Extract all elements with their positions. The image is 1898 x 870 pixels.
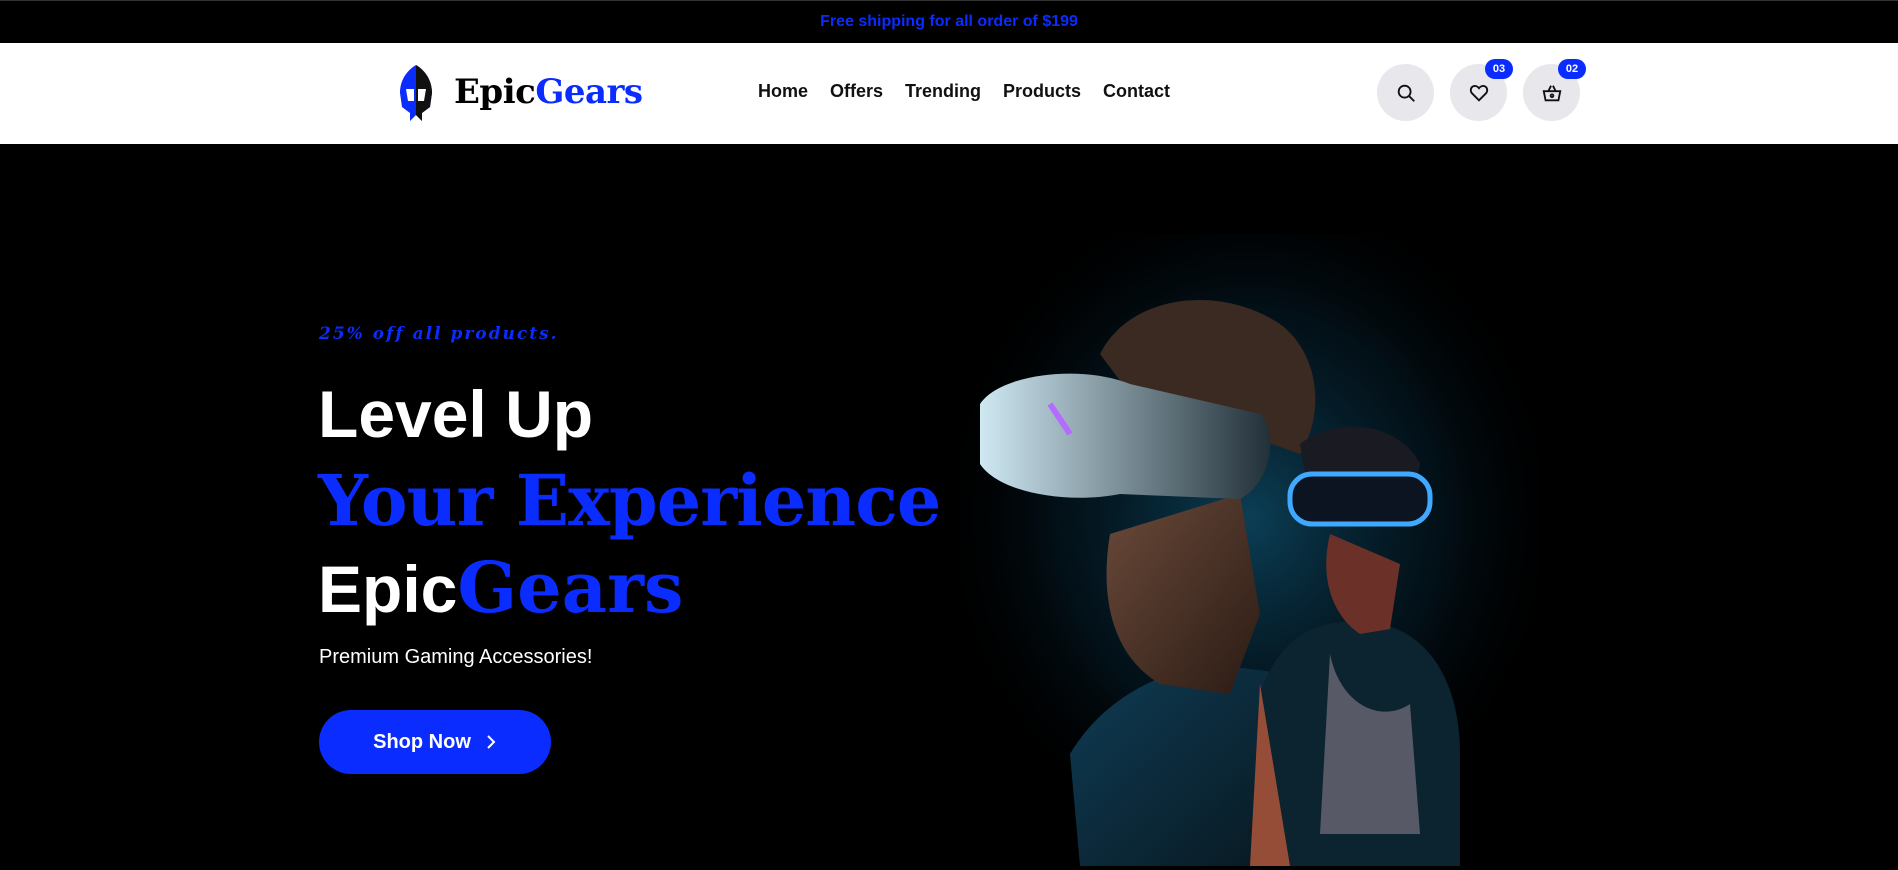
hero-heading-line2: Your Experience: [318, 459, 941, 542]
shop-now-label: Shop Now: [373, 730, 471, 753]
cart-count-badge: 02: [1558, 59, 1586, 79]
hero-brand-part2: Gears: [457, 546, 684, 629]
wishlist-count-badge: 03: [1485, 59, 1513, 79]
brand-name-part2: Gears: [535, 72, 643, 112]
nav-trending[interactable]: Trending: [905, 81, 981, 102]
hero-section: 25% off all products. Level Up Your Expe…: [0, 144, 1898, 870]
search-button[interactable]: [1377, 64, 1434, 121]
site-header: EpicGears Home Offers Trending Products …: [0, 43, 1898, 144]
hero-brand-part1: Epic: [318, 552, 458, 626]
main-nav: Home Offers Trending Products Contact: [758, 81, 1170, 102]
basket-icon: [1542, 84, 1561, 101]
nav-contact[interactable]: Contact: [1103, 81, 1170, 102]
hero-heading-line3: EpicGears: [318, 546, 683, 629]
cart-button[interactable]: 02: [1523, 59, 1586, 121]
shop-now-button[interactable]: Shop Now: [319, 710, 551, 774]
wishlist-button[interactable]: 03: [1450, 59, 1513, 121]
announcement-text: Free shipping for all order of $199: [820, 13, 1078, 30]
helmet-logo-icon: [400, 65, 432, 121]
brand-logo[interactable]: EpicGears: [396, 63, 643, 121]
hero-heading-line1: Level Up: [318, 377, 594, 451]
nav-products[interactable]: Products: [1003, 81, 1081, 102]
nav-offers[interactable]: Offers: [830, 81, 883, 102]
chevron-right-icon: [487, 735, 496, 749]
announcement-bar: Free shipping for all order of $199: [0, 0, 1898, 43]
search-icon: [1397, 84, 1415, 102]
heart-icon: [1469, 84, 1488, 102]
nav-home[interactable]: Home: [758, 81, 808, 102]
vr-gamers-image: [960, 234, 1540, 866]
hero-tagline: 25% off all products.: [319, 324, 559, 344]
hero-subtitle: Premium Gaming Accessories!: [319, 646, 593, 668]
brand-name: EpicGears: [454, 72, 643, 112]
brand-name-part1: Epic: [454, 72, 536, 112]
